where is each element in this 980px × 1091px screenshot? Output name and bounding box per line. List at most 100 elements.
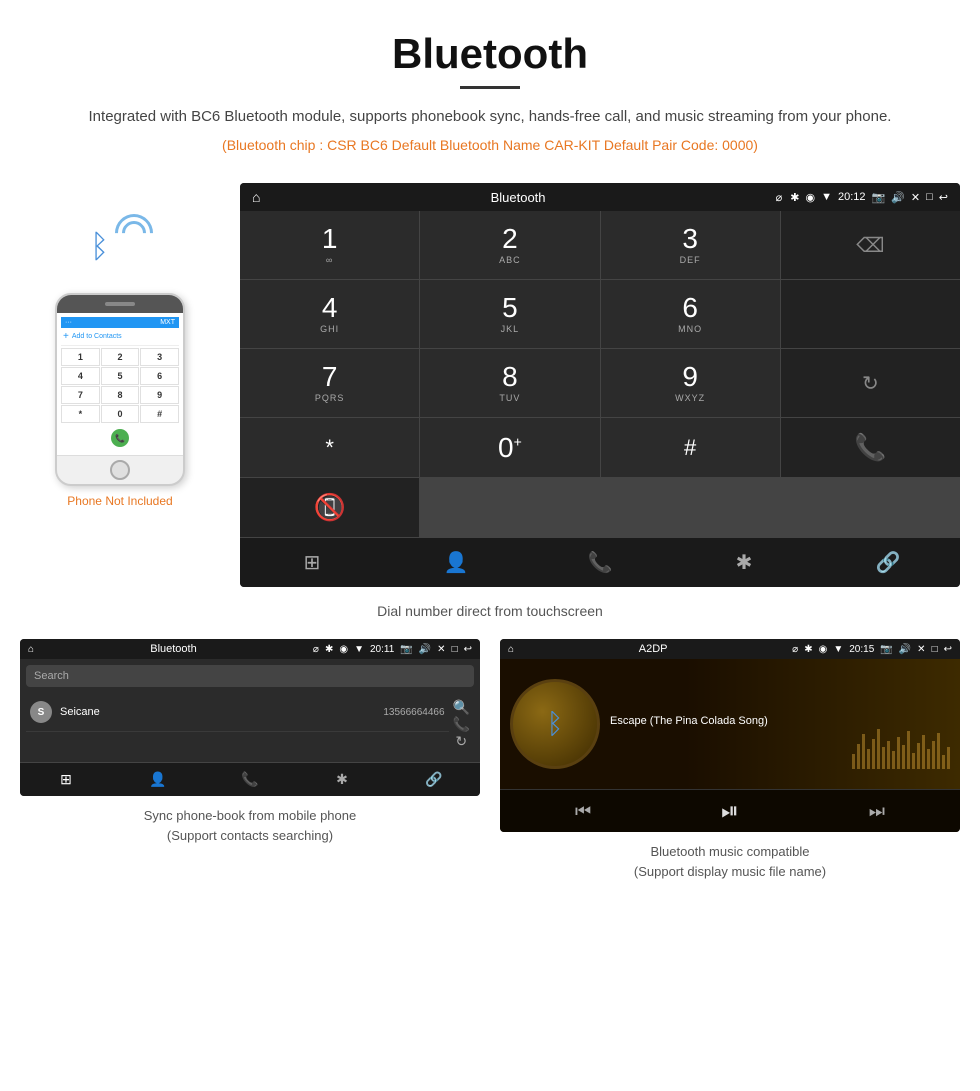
music-visualizer [852, 729, 950, 769]
music-vol-icon: 🔊 [899, 644, 911, 655]
phone-speaker [105, 302, 135, 306]
bottom-bar-bluetooth[interactable]: ✱ [672, 538, 816, 587]
dialpad-key-9[interactable]: 9 WXYZ [601, 349, 780, 417]
contacts-status-bar: ⌂ Bluetooth ⌀ ✱ ◉ ▼ 20:11 📷 🔊 ✕ □ ↩ [20, 639, 480, 659]
bluetooth-icon: ᛒ [90, 228, 109, 265]
contacts-bottom-bar: ⊞ 👤 📞 ✱ 🔗 [20, 762, 480, 796]
status-time: 20:12 [838, 191, 866, 203]
phone-body: ··· MXT + Add to Contacts 1 2 3 4 5 6 7 … [55, 293, 185, 486]
bt-bar-icon: ✱ [336, 771, 348, 788]
contacts-bar-phone[interactable]: 📞 [204, 763, 296, 796]
music-usb-icon: ⌀ [792, 644, 798, 655]
dialpad-key-hash[interactable]: # [601, 418, 780, 477]
call-sidebar-icon[interactable]: 📞 [453, 716, 470, 733]
usb-icon: ⌀ [776, 191, 783, 204]
music-win-icon: □ [932, 644, 938, 655]
phone-key-5: 5 [101, 367, 140, 385]
phone-screen: ··· MXT + Add to Contacts 1 2 3 4 5 6 7 … [57, 313, 183, 455]
contacts-icon: 👤 [444, 550, 469, 575]
phone-key-3: 3 [140, 348, 179, 366]
contacts-bar-bt[interactable]: ✱ [296, 763, 388, 796]
dialpad-status-title: Bluetooth [268, 190, 767, 205]
main-section: ᛒ ··· MXT + Add to Contacts 1 2 [0, 183, 980, 587]
dialpad-key-2[interactable]: 2 ABC [420, 211, 599, 279]
contacts-loc-icon: ◉ [339, 644, 348, 655]
phone-not-included-label: Phone Not Included [67, 494, 172, 508]
phone-icon: 📞 [588, 550, 613, 575]
dialpad-call-red[interactable]: 📵 [240, 478, 419, 537]
contacts-screen: ⌂ Bluetooth ⌀ ✱ ◉ ▼ 20:11 📷 🔊 ✕ □ ↩ Sear… [20, 639, 480, 796]
status-right-icons: ✱ ◉ ▼ 20:12 📷 🔊 ✕ □ ↩ [790, 191, 948, 204]
phone-key-9: 9 [140, 386, 179, 404]
music-info: Escape (The Pina Colada Song) [610, 715, 950, 733]
phone-bar-icon: 📞 [241, 771, 258, 788]
phone-key-1: 1 [61, 348, 100, 366]
dialpad-key-6[interactable]: 6 MNO [601, 280, 780, 348]
contacts-camera-icon: 📷 [400, 644, 412, 655]
bottom-bar-link[interactable]: 🔗 [816, 538, 960, 587]
skip-forward-button[interactable]: ⏭ [869, 801, 885, 822]
skip-back-button[interactable]: ⏮ [575, 801, 591, 822]
bottom-bar-phone[interactable]: 📞 [528, 538, 672, 587]
dialpad-grid: 1 ∞ 2 ABC 3 DEF ⌫ 4 GHI 5 JKL [240, 211, 960, 537]
music-screen: ⌂ A2DP ⌀ ✱ ◉ ▼ 20:15 📷 🔊 ✕ □ ↩ ᛒ Escape [500, 639, 960, 832]
dialpad-key-5[interactable]: 5 JKL [420, 280, 599, 348]
phone-screen-header: ··· MXT [61, 317, 179, 328]
dialpad-status-bar: ⌂ Bluetooth ⌀ ✱ ◉ ▼ 20:12 📷 🔊 ✕ □ ↩ [240, 183, 960, 211]
dialpad-backspace[interactable]: ⌫ [781, 211, 960, 279]
contacts-bar-apps[interactable]: ⊞ [20, 763, 112, 796]
music-song-title: Escape (The Pina Colada Song) [610, 715, 950, 727]
search-placeholder: Search [34, 670, 69, 682]
phone-home-circle [110, 460, 130, 480]
play-pause-button[interactable]: ⏯ [721, 798, 739, 824]
contacts-win-icon: □ [452, 644, 458, 655]
page-header: Bluetooth Integrated with BC6 Bluetooth … [0, 0, 980, 183]
music-panel: ⌂ A2DP ⌀ ✱ ◉ ▼ 20:15 📷 🔊 ✕ □ ↩ ᛒ Escape [500, 639, 960, 881]
phone-call-button: 📞 [111, 429, 129, 447]
bottom-bar-contacts[interactable]: 👤 [384, 538, 528, 587]
close-icon: ✕ [911, 191, 920, 204]
user-bar-icon: 👤 [149, 771, 166, 788]
music-status-title: A2DP [520, 643, 786, 655]
dialpad-key-0[interactable]: 0+ [420, 418, 599, 477]
search-sidebar-icon[interactable]: 🔍 [453, 699, 470, 716]
dialpad-key-1[interactable]: 1 ∞ [240, 211, 419, 279]
bottom-bar-apps[interactable]: ⊞ [240, 538, 384, 587]
phone-home-button [57, 455, 183, 484]
page-title: Bluetooth [20, 30, 960, 78]
contacts-bar-user[interactable]: 👤 [112, 763, 204, 796]
contacts-back-icon: ↩ [464, 644, 472, 655]
contacts-caption: Sync phone-book from mobile phone (Suppo… [144, 806, 356, 845]
phone-add-contact: + Add to Contacts [61, 328, 179, 346]
dialpad-key-3[interactable]: 3 DEF [601, 211, 780, 279]
phone-key-0: 0 [101, 405, 140, 423]
music-album-art: ᛒ [510, 679, 600, 769]
phone-key-7: 7 [61, 386, 100, 404]
contacts-bar-link[interactable]: 🔗 [388, 763, 480, 796]
search-bar[interactable]: Search [26, 665, 474, 687]
phone-key-2: 2 [101, 348, 140, 366]
contacts-sidebar: 🔍 📞 ↻ [449, 693, 474, 756]
sync-sidebar-icon[interactable]: ↻ [455, 733, 467, 750]
music-x-icon: ✕ [917, 644, 925, 655]
dialpad-call-green[interactable]: 📞 [781, 418, 960, 477]
dialpad-key-4[interactable]: 4 GHI [240, 280, 419, 348]
dialpad-screen: ⌂ Bluetooth ⌀ ✱ ◉ ▼ 20:12 📷 🔊 ✕ □ ↩ 1 ∞ [240, 183, 960, 587]
music-camera-icon: 📷 [880, 644, 892, 655]
dialpad-key-star[interactable]: * [240, 418, 419, 477]
phone-key-6: 6 [140, 367, 179, 385]
phone-key-star: * [61, 405, 100, 423]
dialpad-key-8[interactable]: 8 TUV [420, 349, 599, 417]
sync-icon: ↻ [862, 371, 879, 396]
dialpad-key-7[interactable]: 7 PQRS [240, 349, 419, 417]
contacts-list: S Seicane 13566664466 [26, 693, 449, 756]
dialpad-sync[interactable]: ↻ [781, 349, 960, 417]
music-time: 20:15 [849, 644, 874, 655]
bluetooth-status-icon: ✱ [790, 191, 799, 204]
phone-key-8: 8 [101, 386, 140, 404]
contact-avatar: S [30, 701, 52, 723]
camera-icon: 📷 [872, 191, 886, 204]
dialpad-empty-1 [781, 280, 960, 348]
apps-bar-icon: ⊞ [60, 771, 72, 788]
call-green-icon: 📞 [854, 432, 886, 463]
